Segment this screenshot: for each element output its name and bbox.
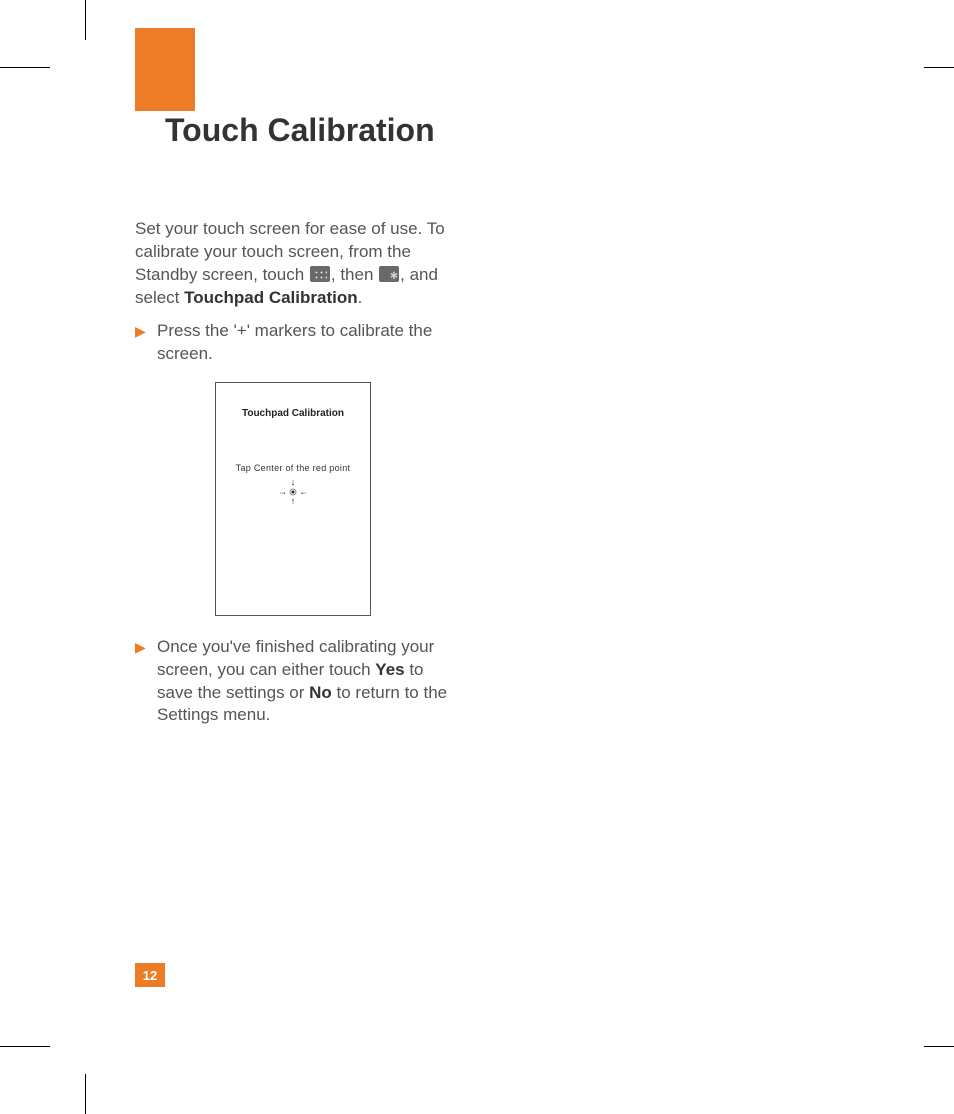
bullet-item: ▶ Once you've finished calibrating your … — [135, 636, 455, 728]
triangle-bullet-icon: ▶ — [135, 636, 157, 728]
manual-page: Touch Calibration Set your touch screen … — [0, 0, 954, 1114]
crop-mark — [924, 67, 954, 68]
no-label: No — [309, 683, 332, 702]
triangle-bullet-icon: ▶ — [135, 320, 157, 366]
figure-title: Touchpad Calibration — [216, 407, 370, 421]
crop-mark — [85, 0, 86, 40]
yes-label: Yes — [375, 660, 404, 679]
bullet-text: Press the '+' markers to calibrate the s… — [157, 320, 455, 366]
figure-subtitle: Tap Center of the red point — [216, 462, 370, 474]
bullet-text: Once you've finished calibrating your sc… — [157, 636, 455, 728]
crop-mark — [0, 67, 50, 68]
page-title: Touch Calibration — [165, 112, 435, 149]
intro-text: , then — [331, 265, 378, 284]
crop-mark — [0, 1046, 50, 1047]
crop-mark — [924, 1046, 954, 1047]
section-color-block — [135, 28, 195, 111]
calibration-crosshair-icon: ↓ → ← ↑ — [278, 480, 308, 504]
body-content: Set your touch screen for ease of use. T… — [135, 218, 455, 737]
bullet-item: ▶ Press the '+' markers to calibrate the… — [135, 320, 455, 366]
intro-text: . — [358, 288, 363, 307]
page-number: 12 — [135, 963, 165, 987]
app-grid-icon — [310, 266, 330, 282]
settings-gear-icon — [379, 266, 399, 282]
crop-mark — [85, 1074, 86, 1114]
intro-bold-target: Touchpad Calibration — [184, 288, 357, 307]
calibration-screenshot: Touchpad Calibration Tap Center of the r… — [215, 382, 371, 616]
intro-paragraph: Set your touch screen for ease of use. T… — [135, 218, 455, 310]
